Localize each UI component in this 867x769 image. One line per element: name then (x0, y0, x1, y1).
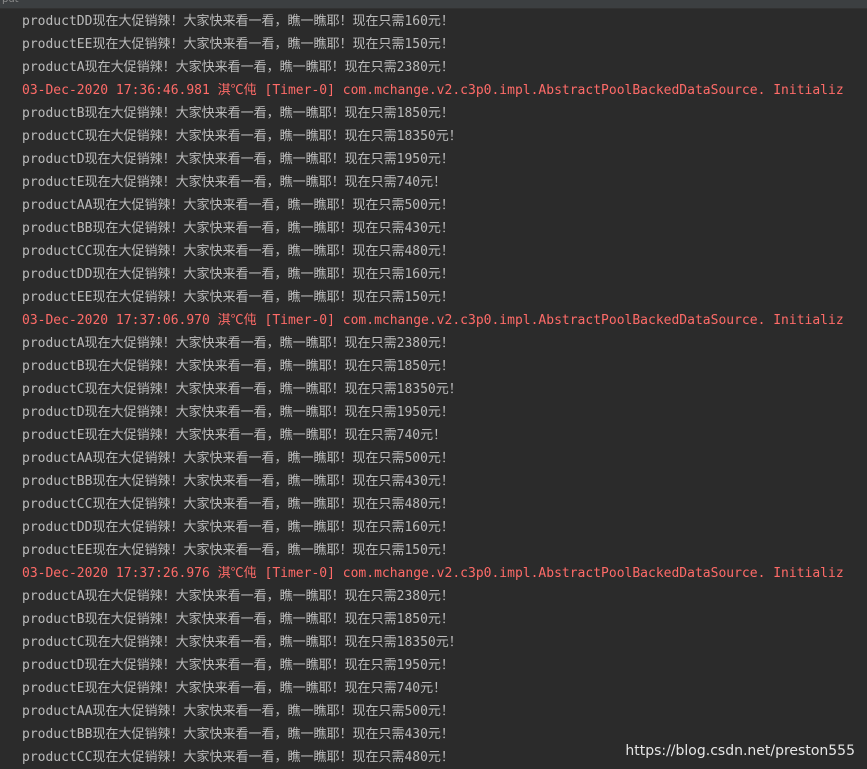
console-log-line: productCC现在大促销辣！大家快来看一看，瞧一瞧耶！现在只需480元！ (22, 497, 454, 512)
console-log-line: productDD现在大促销辣！大家快来看一看，瞧一瞧耶！现在只需160元！ (22, 520, 454, 535)
console-log-line: productE现在大促销辣！大家快来看一看，瞧一瞧耶！现在只需740元！ (22, 175, 447, 190)
console-log-line: productB现在大促销辣！大家快来看一看，瞧一瞧耶！现在只需1850元！ (22, 106, 454, 121)
console-log-line: productAA现在大促销辣！大家快来看一看，瞧一瞧耶！现在只需500元！ (22, 451, 454, 466)
console-log-line: productD现在大促销辣！大家快来看一看，瞧一瞧耶！现在只需1950元！ (22, 152, 454, 167)
console-log-line: productE现在大促销辣！大家快来看一看，瞧一瞧耶！现在只需740元！ (22, 428, 447, 443)
console-log-line: productAA现在大促销辣！大家快来看一看，瞧一瞧耶！现在只需500元！ (22, 704, 454, 719)
console-log-line-error: 03-Dec-2020 17:36:46.981 淇℃伅 [Timer-0] c… (22, 83, 844, 98)
console-log-line: productDD现在大促销辣！大家快来看一看，瞧一瞧耶！现在只需160元！ (22, 267, 454, 282)
console-log-line: productC现在大促销辣！大家快来看一看，瞧一瞧耶！现在只需18350元！ (22, 129, 462, 144)
console-log-line: productC现在大促销辣！大家快来看一看，瞧一瞧耶！现在只需18350元！ (22, 635, 462, 650)
console-log-line-error: 03-Dec-2020 17:37:26.976 淇℃伅 [Timer-0] c… (22, 566, 844, 581)
console-log-line: productBB现在大促销辣！大家快来看一看，瞧一瞧耶！现在只需430元！ (22, 474, 454, 489)
console-log-line: productEE现在大促销辣！大家快来看一看，瞧一瞧耶！现在只需150元！ (22, 290, 454, 305)
console-window: put productDD现在大促销辣！大家快来看一看，瞧一瞧耶！现在只需160… (0, 0, 867, 769)
console-log-line: productE现在大促销辣！大家快来看一看，瞧一瞧耶！现在只需740元！ (22, 681, 447, 696)
console-log-line: productAA现在大促销辣！大家快来看一看，瞧一瞧耶！现在只需500元！ (22, 198, 454, 213)
console-log-line: productB现在大促销辣！大家快来看一看，瞧一瞧耶！现在只需1850元！ (22, 359, 454, 374)
watermark-text: https://blog.csdn.net/preston555 (623, 743, 857, 759)
console-log-line: productB现在大促销辣！大家快来看一看，瞧一瞧耶！现在只需1850元！ (22, 612, 454, 627)
console-log-line: productCC现在大促销辣！大家快来看一看，瞧一瞧耶！现在只需480元！ (22, 244, 454, 259)
console-log-line: productDD现在大促销辣！大家快来看一看，瞧一瞧耶！现在只需160元！ (22, 14, 454, 29)
tool-window-title: put (2, 0, 19, 6)
console-gutter (0, 9, 14, 769)
console-output[interactable]: productDD现在大促销辣！大家快来看一看，瞧一瞧耶！现在只需160元！ pr… (22, 10, 867, 769)
tool-window-header: put (0, 0, 867, 9)
console-log-line: productA现在大促销辣！大家快来看一看，瞧一瞧耶！现在只需2380元！ (22, 589, 454, 604)
console-log-line: productBB现在大促销辣！大家快来看一看，瞧一瞧耶！现在只需430元！ (22, 221, 454, 236)
console-log-line: productEE现在大促销辣！大家快来看一看，瞧一瞧耶！现在只需150元！ (22, 37, 454, 52)
console-log-line: productC现在大促销辣！大家快来看一看，瞧一瞧耶！现在只需18350元！ (22, 382, 462, 397)
console-log-line: productEE现在大促销辣！大家快来看一看，瞧一瞧耶！现在只需150元！ (22, 543, 454, 558)
console-log-line: productD现在大促销辣！大家快来看一看，瞧一瞧耶！现在只需1950元！ (22, 658, 454, 673)
console-log-line: productA现在大促销辣！大家快来看一看，瞧一瞧耶！现在只需2380元！ (22, 336, 454, 351)
console-log-line-error: 03-Dec-2020 17:37:06.970 淇℃伅 [Timer-0] c… (22, 313, 844, 328)
console-log-line: productA现在大促销辣！大家快来看一看，瞧一瞧耶！现在只需2380元！ (22, 60, 454, 75)
console-log-line: productD现在大促销辣！大家快来看一看，瞧一瞧耶！现在只需1950元！ (22, 405, 454, 420)
